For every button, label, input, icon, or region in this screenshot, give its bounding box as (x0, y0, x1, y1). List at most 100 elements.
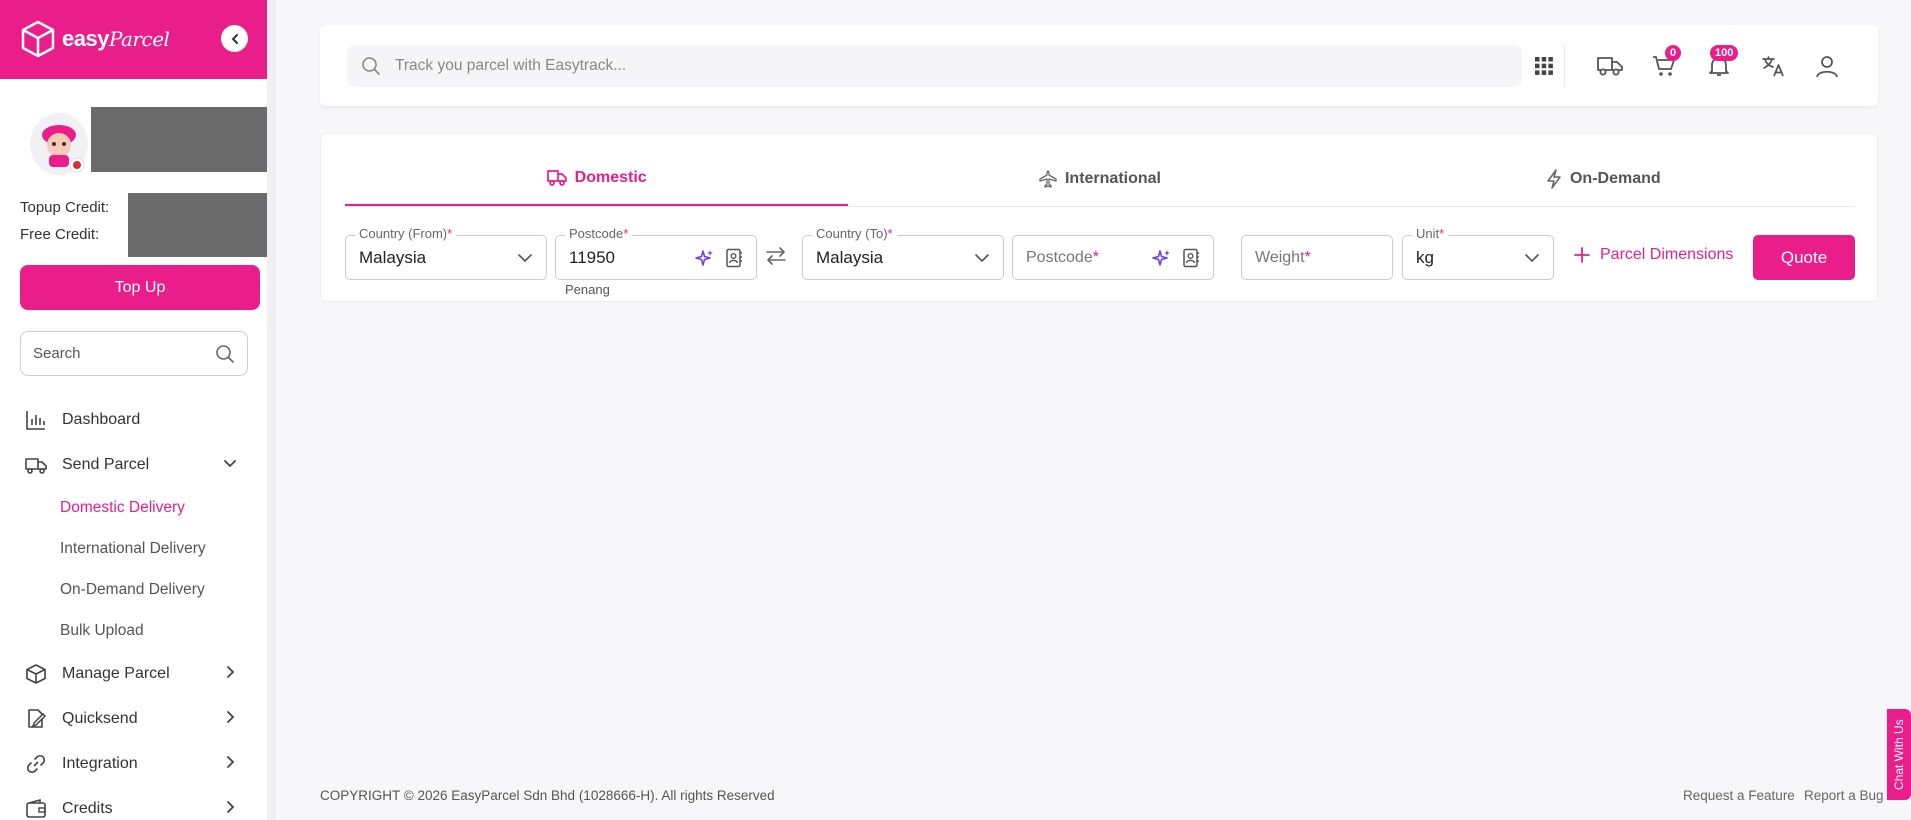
easytrack-search-input[interactable] (395, 57, 1395, 75)
link-icon (25, 753, 47, 775)
brand-bar: easyParcel (0, 0, 267, 79)
address-book-icon[interactable] (725, 248, 743, 268)
tab-international[interactable]: International (848, 152, 1351, 206)
delivery-truck-icon (1597, 57, 1623, 76)
collapse-sidebar-button[interactable] (221, 25, 248, 52)
lightning-icon (1547, 169, 1561, 189)
sidebar-nav: Dashboard Send Parcel Domestic Delivery … (0, 397, 267, 820)
weight-placeholder: Weight* (1255, 248, 1311, 266)
chevron-right-icon (227, 711, 235, 723)
weight-field[interactable]: Weight* (1241, 235, 1393, 280)
sidebar-item-label: Send Parcel (62, 455, 150, 473)
sidebar-item-credits[interactable]: Credits (0, 786, 267, 820)
quote-button[interactable]: Quote (1753, 235, 1855, 280)
cube-logo-icon (21, 20, 55, 58)
chat-with-us-button[interactable]: Chat With Us (1887, 709, 1911, 800)
swap-locations-button[interactable] (765, 246, 787, 271)
avatar[interactable] (30, 113, 88, 175)
sidebar-search (20, 331, 248, 376)
address-book-icon[interactable] (1182, 248, 1200, 268)
truck-icon (25, 454, 47, 476)
sidebar-item-label: Dashboard (62, 410, 141, 428)
cart-button[interactable]: 0 (1649, 45, 1682, 81)
free-credit-label: Free Credit: (20, 226, 100, 243)
cart-count-badge: 0 (1665, 45, 1682, 61)
chevron-right-icon (227, 801, 235, 813)
sidebar-item-send-parcel[interactable]: Send Parcel (0, 442, 267, 487)
sidebar-item-label: Integration (62, 754, 138, 772)
tab-label: Domestic (574, 169, 647, 186)
chevron-down-icon (975, 253, 989, 262)
postcode-from-value: 11950 (569, 247, 616, 267)
parcel-dimensions-label: Parcel Dimensions (1600, 246, 1734, 263)
sparkle-icon[interactable] (695, 248, 715, 268)
apps-grid-icon (1535, 57, 1553, 75)
plus-icon (1574, 247, 1590, 263)
notification-count-badge: 100 (1710, 45, 1739, 61)
parcel-dimensions-button[interactable]: Parcel Dimensions (1574, 246, 1733, 264)
field-label: Country (From)* (355, 226, 457, 241)
redacted-user-info (91, 107, 267, 172)
sidebar-item-label: Manage Parcel (62, 664, 170, 682)
chevron-right-icon (227, 666, 235, 678)
notifications-button[interactable]: 100 (1704, 45, 1739, 81)
copyright-text: COPYRIGHT © 2026 EasyParcel Sdn Bhd (102… (320, 788, 775, 803)
sidebar-item-manage-parcel[interactable]: Manage Parcel (0, 651, 267, 696)
sidebar-subitem-bulk-upload[interactable]: Bulk Upload (0, 610, 267, 651)
sidebar-search-input[interactable] (33, 345, 193, 362)
apps-grid-button[interactable] (1529, 51, 1559, 81)
language-button[interactable] (1758, 51, 1788, 81)
box-icon (25, 663, 47, 685)
airplane-icon (1039, 170, 1057, 188)
chevron-left-icon (231, 33, 238, 44)
sidebar-item-quicksend[interactable]: Quicksend (0, 696, 267, 741)
easyparcel-logo[interactable]: easyParcel (20, 20, 170, 58)
country-to-value: Malaysia (816, 247, 884, 267)
swap-arrows-icon (766, 247, 786, 265)
country-from-select[interactable]: Country (From)* Malaysia (345, 226, 547, 280)
unit-value: kg (1416, 247, 1434, 267)
search-icon[interactable] (215, 344, 235, 364)
tab-on-demand[interactable]: On-Demand (1352, 152, 1855, 206)
report-bug-link[interactable]: Report a Bug (1804, 788, 1884, 803)
tab-label: International (1064, 170, 1161, 187)
quicksend-edit-icon (25, 708, 47, 730)
sidebar-subitem-international-delivery[interactable]: International Delivery (0, 528, 267, 569)
postcode-from-area: Penang (565, 282, 610, 297)
logo-text: easyParcel (62, 26, 170, 51)
sidebar-item-integration[interactable]: Integration (0, 741, 267, 786)
sidebar-item-dashboard[interactable]: Dashboard (0, 397, 267, 442)
sparkle-icon[interactable] (1152, 248, 1172, 268)
country-to-select[interactable]: Country (To)* Malaysia (802, 226, 1004, 280)
redacted-credit-values (128, 193, 267, 257)
postcode-to-placeholder: Postcode* (1026, 248, 1099, 266)
translate-icon (1762, 56, 1784, 77)
truck-icon (546, 170, 567, 186)
shipments-button[interactable] (1595, 51, 1625, 81)
search-icon (362, 57, 380, 75)
shipping-type-tabs: Domestic International On-Demand (345, 152, 1855, 207)
sidebar: easyParcel Topup Credit: Free Credit: To… (0, 0, 276, 820)
easytrack-search (347, 45, 1522, 87)
sidebar-item-label: Credits (62, 799, 113, 817)
divider (1564, 45, 1565, 87)
mascot-avatar-icon (31, 116, 87, 173)
request-feature-link[interactable]: Request a Feature (1683, 788, 1795, 803)
field-label: Country (To)* (812, 226, 897, 241)
topup-credit-label: Topup Credit: (20, 199, 110, 216)
tab-domestic[interactable]: Domestic (345, 152, 849, 206)
field-label: Unit* (1412, 226, 1449, 241)
field-label: Postcode* (565, 226, 633, 241)
sidebar-item-label: Quicksend (62, 709, 138, 727)
country-from-value: Malaysia (359, 247, 427, 267)
bar-chart-icon (25, 409, 47, 431)
postcode-to-field[interactable]: Postcode* (1012, 235, 1214, 280)
sidebar-subitem-domestic-delivery[interactable]: Domestic Delivery (0, 487, 267, 528)
tab-label: On-Demand (1569, 170, 1661, 187)
profile-button[interactable] (1812, 51, 1842, 81)
top-up-button[interactable]: Top Up (20, 265, 260, 310)
postcode-from-field[interactable]: Postcode* 11950 (555, 226, 757, 280)
unit-select[interactable]: Unit* kg (1402, 226, 1554, 280)
sidebar-subitem-on-demand-delivery[interactable]: On-Demand Delivery (0, 569, 267, 610)
top-bar: 0 100 (320, 25, 1878, 106)
